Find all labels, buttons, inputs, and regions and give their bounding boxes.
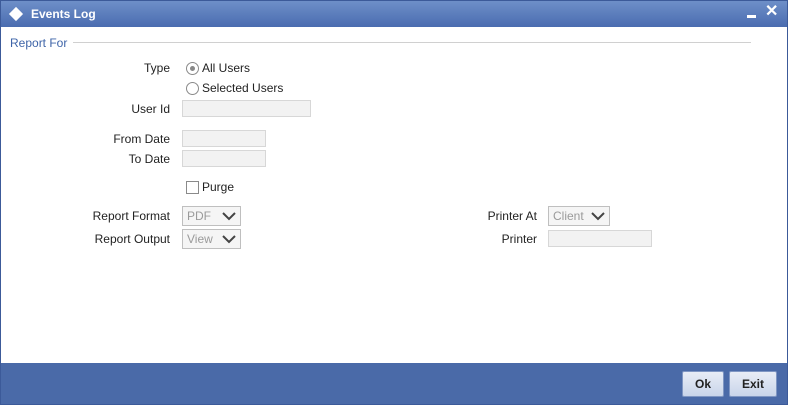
radio-selected-users[interactable] [186,82,199,95]
report-output-value: View [187,232,213,246]
close-icon[interactable]: ✕ [765,3,778,21]
report-format-select[interactable]: PDF [182,206,241,226]
from-date-label: From Date [113,132,170,146]
user-id-field[interactable] [182,100,311,117]
footer-bar: Ok Exit [1,363,787,404]
printer-label: Printer [501,232,537,246]
printer-field[interactable] [548,230,652,247]
title-bar: Events Log ✕ [1,1,787,27]
radio-all-users-label: All Users [202,61,251,75]
events-log-window: Events Log ✕ Report For Type All Users S… [0,0,788,405]
from-date-field[interactable] [182,130,266,147]
report-format-value: PDF [187,209,211,223]
report-output-label: Report Output [94,232,170,246]
minimize-icon[interactable] [747,15,756,18]
chevron-down-icon [222,235,236,244]
printer-at-select[interactable]: Client [548,206,610,226]
section-title: Report For [10,36,68,50]
section-divider [73,42,751,43]
printer-at-value: Client [553,209,584,223]
chevron-down-icon [222,212,236,221]
to-date-field[interactable] [182,150,266,167]
printer-at-label: Printer At [487,209,537,223]
user-id-label: User Id [131,102,170,116]
app-logo-icon [8,6,24,22]
chevron-down-icon [591,212,605,221]
to-date-label: To Date [128,152,170,166]
purge-label: Purge [202,180,235,194]
radio-all-users[interactable] [186,62,199,75]
window-title: Events Log [31,7,96,21]
report-output-select[interactable]: View [182,229,241,249]
type-label: Type [143,61,170,75]
radio-selected-users-label: Selected Users [202,81,284,95]
ok-button[interactable]: Ok [682,371,724,397]
report-format-label: Report Format [92,209,170,223]
purge-checkbox[interactable] [186,181,199,194]
exit-button[interactable]: Exit [729,371,777,397]
